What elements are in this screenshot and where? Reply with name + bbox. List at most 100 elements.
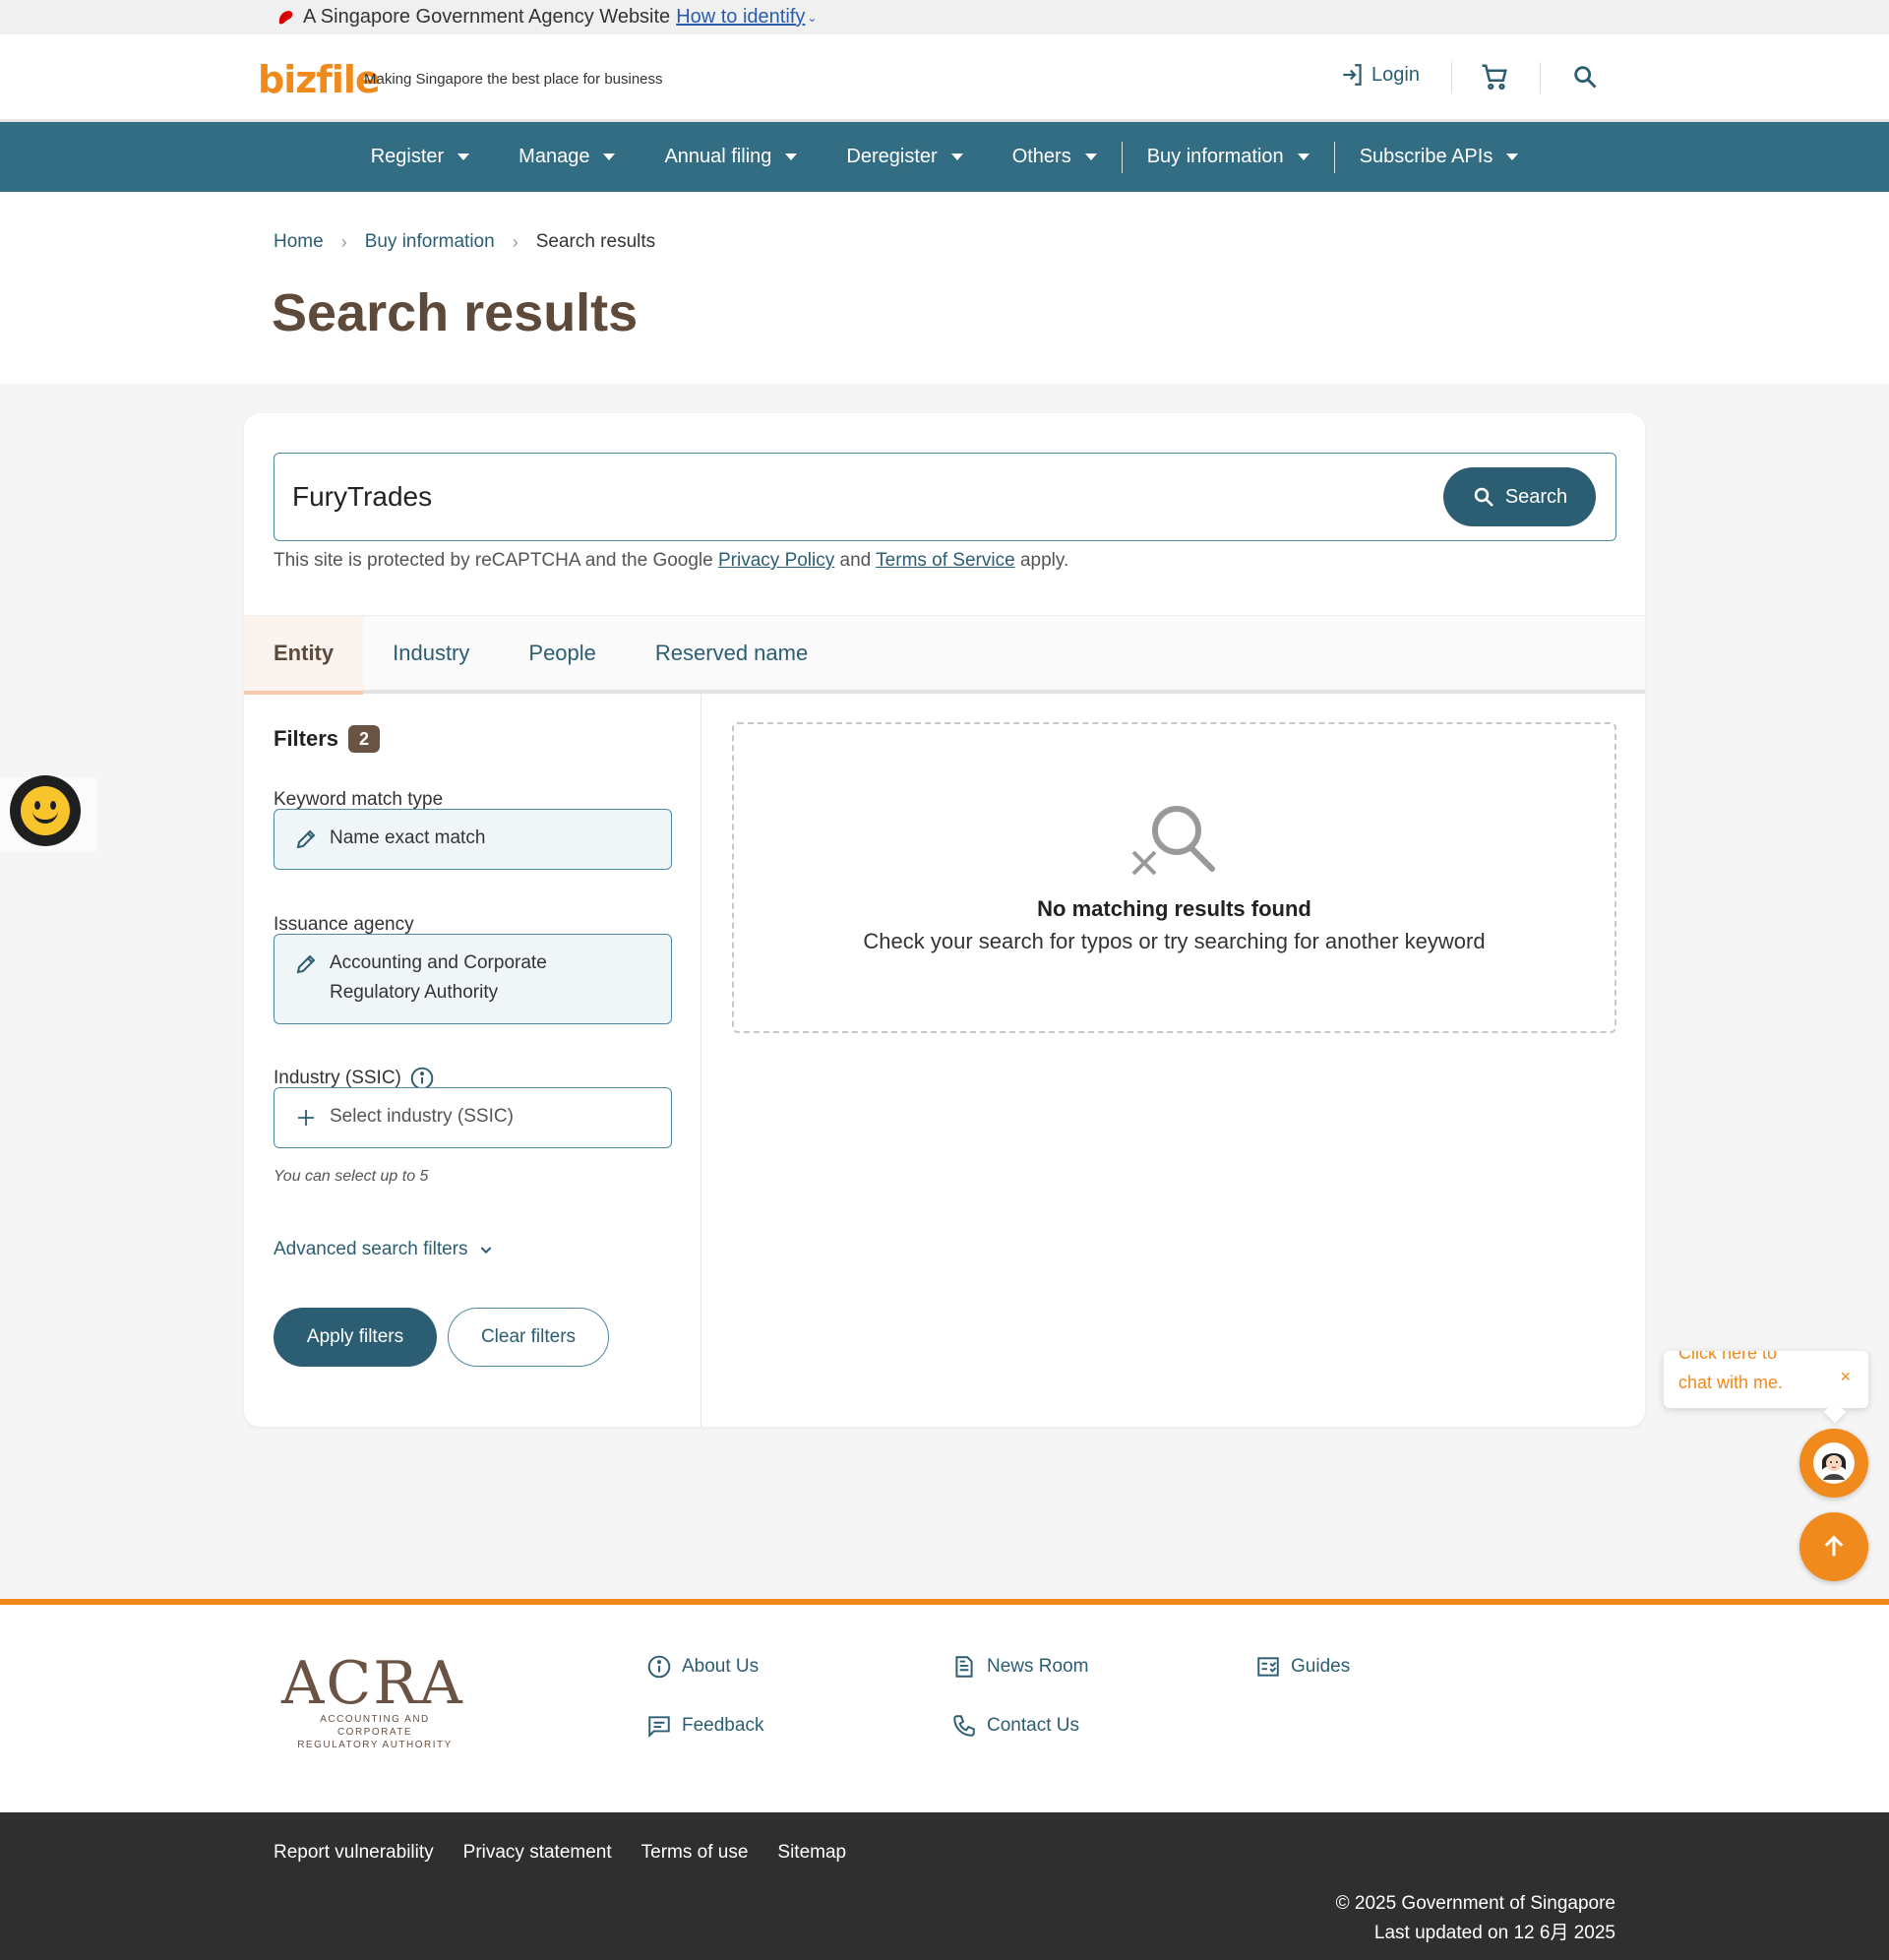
acra-logo-text: ACRA [281,1649,464,1718]
acra-logo[interactable]: ACRA ACCOUNTING AND CORPORATE REGULATORY… [281,1654,468,1751]
issuance-agency-value: Accounting and Corporate Regulatory Auth… [330,952,547,1003]
footer-contact-us[interactable]: Contact Us [951,1713,1079,1739]
nav-label: Others [1011,146,1071,167]
login-icon [1343,64,1362,86]
footer-bottom-bar: Report vulnerability Privacy statement T… [0,1812,1889,1960]
breadcrumb: Home › Buy information › Search results [274,231,655,253]
tab-industry[interactable]: Industry [363,616,499,691]
chevron-down-icon[interactable]: ⌄ [807,11,817,25]
nav-annual-filing[interactable]: Annual filing [640,146,822,168]
breadcrumb-buy-information[interactable]: Buy information [365,231,495,253]
result-tabs: Entity Industry People Reserved name [244,615,1645,695]
footer-link-label: Guides [1291,1656,1351,1677]
filters-count-badge: 2 [348,725,381,753]
privacy-statement-link[interactable]: Privacy statement [463,1842,612,1864]
nav-label: Deregister [846,146,938,167]
cart-button[interactable] [1480,62,1509,96]
search-button-label: Search [1504,485,1568,508]
main-nav: Register Manage Annual filing Deregister… [0,122,1889,192]
footer-news-room[interactable]: News Room [951,1654,1088,1680]
advanced-search-filters-toggle[interactable]: Advanced search filters [274,1239,494,1260]
chat-avatar-button[interactable] [1799,1429,1868,1498]
nav-label: Subscribe APIs [1359,146,1493,167]
lion-head-icon [278,10,293,24]
keyword-match-value: Name exact match [330,827,486,848]
close-icon[interactable]: × [1840,1367,1851,1387]
footer-link-label: News Room [987,1656,1089,1677]
arrow-up-icon [1824,1535,1844,1557]
no-results-subtitle: Check your search for typos or try searc… [863,929,1486,953]
clear-filters-button[interactable]: Clear filters [448,1308,609,1367]
breadcrumb-home[interactable]: Home [274,231,324,253]
nav-deregister[interactable]: Deregister [822,146,987,168]
how-to-identify-link[interactable]: How to identify [676,6,805,29]
terms-of-use-link[interactable]: Terms of use [641,1842,749,1864]
chevron-right-icon: › [340,231,347,252]
gov-masthead: A Singapore Government Agency Website Ho… [0,0,1889,34]
footer-guides[interactable]: Guides [1255,1654,1350,1680]
bizfile-logo[interactable]: bizfile [258,58,381,101]
site-footer: ACRA ACCOUNTING AND CORPORATE REGULATORY… [0,1599,1889,1812]
search-input[interactable] [292,477,1374,517]
footer-link-label: Feedback [682,1715,764,1736]
chat-agent-avatar-icon [1813,1442,1855,1484]
apply-filters-button[interactable]: Apply filters [274,1308,437,1367]
nav-others[interactable]: Others [988,146,1122,168]
nav-buy-information[interactable]: Buy information [1123,146,1334,168]
checklist-icon [1257,1657,1279,1677]
header-divider [1451,62,1452,93]
copyright-block: © 2025 Government of Singapore Last upda… [1336,1889,1615,1948]
last-updated-text: Last updated on 12 6月 2025 [1373,1923,1615,1943]
filters-title: Filters [274,726,339,751]
issuance-agency-field[interactable]: Accounting and Corporate Regulatory Auth… [274,934,672,1024]
industry-ssic-select[interactable]: Select industry (SSIC) [274,1087,672,1148]
footer-link-label: Contact Us [987,1715,1079,1736]
info-icon [647,1655,671,1679]
chat-prompt-line2: chat with me. [1678,1373,1784,1392]
title-area: Home › Buy information › Search results … [0,192,1889,384]
search-button[interactable]: Search [1443,467,1596,526]
report-vulnerability-link[interactable]: Report vulnerability [274,1842,434,1864]
smiley-icon [21,786,70,835]
nav-manage[interactable]: Manage [494,146,640,168]
caret-down-icon [1506,153,1519,160]
recaptcha-text: apply. [1019,550,1069,571]
nav-register[interactable]: Register [346,146,494,168]
recaptcha-text: and [839,550,872,571]
empty-results: No matching results found Check your sea… [732,722,1616,1033]
sitemap-link[interactable]: Sitemap [777,1842,846,1864]
header-divider [1540,62,1541,93]
privacy-policy-link[interactable]: Privacy Policy [718,550,834,571]
chevron-down-icon [480,1247,491,1255]
no-results-icon [1131,806,1215,876]
advanced-filters-label: Advanced search filters [274,1239,468,1259]
feedback-smiley-button[interactable] [10,775,81,846]
caret-down-icon [1084,153,1097,160]
nav-divider [1121,141,1123,173]
search-box: Search [274,453,1616,541]
nav-label: Buy information [1146,146,1284,167]
back-to-top-button[interactable] [1799,1512,1868,1581]
nav-subscribe-apis[interactable]: Subscribe APIs [1335,146,1544,168]
acra-logo-subtext: REGULATORY AUTHORITY [297,1740,453,1750]
no-results-title: No matching results found [1037,896,1311,921]
keyword-match-field[interactable]: Name exact match [274,809,672,870]
footer-feedback[interactable]: Feedback [646,1713,763,1739]
caret-down-icon [1297,153,1310,160]
caret-down-icon [603,153,616,160]
header-search-button[interactable] [1571,63,1599,95]
filters-panel: Filters 2 Keyword match type Name exact … [244,694,701,1427]
chat-prompt-line1: Click here to [1678,1351,1778,1363]
terms-of-service-link[interactable]: Terms of Service [876,550,1014,571]
login-button[interactable]: Login [1340,62,1420,88]
chat-prompt-bubble[interactable]: Click here to chat with me. × [1664,1351,1868,1408]
tab-entity[interactable]: Entity [244,616,364,695]
industry-ssic-label-text: Industry (SSIC) [274,1068,401,1088]
footer-about-us[interactable]: About Us [646,1654,759,1680]
pencil-icon [296,954,316,974]
tab-reserved-name[interactable]: Reserved name [626,616,837,691]
footer-bottom-links: Report vulnerability Privacy statement T… [274,1842,876,1864]
breadcrumb-current: Search results [535,231,656,252]
keyword-match-label: Keyword match type [274,789,444,810]
tab-people[interactable]: People [499,616,626,691]
